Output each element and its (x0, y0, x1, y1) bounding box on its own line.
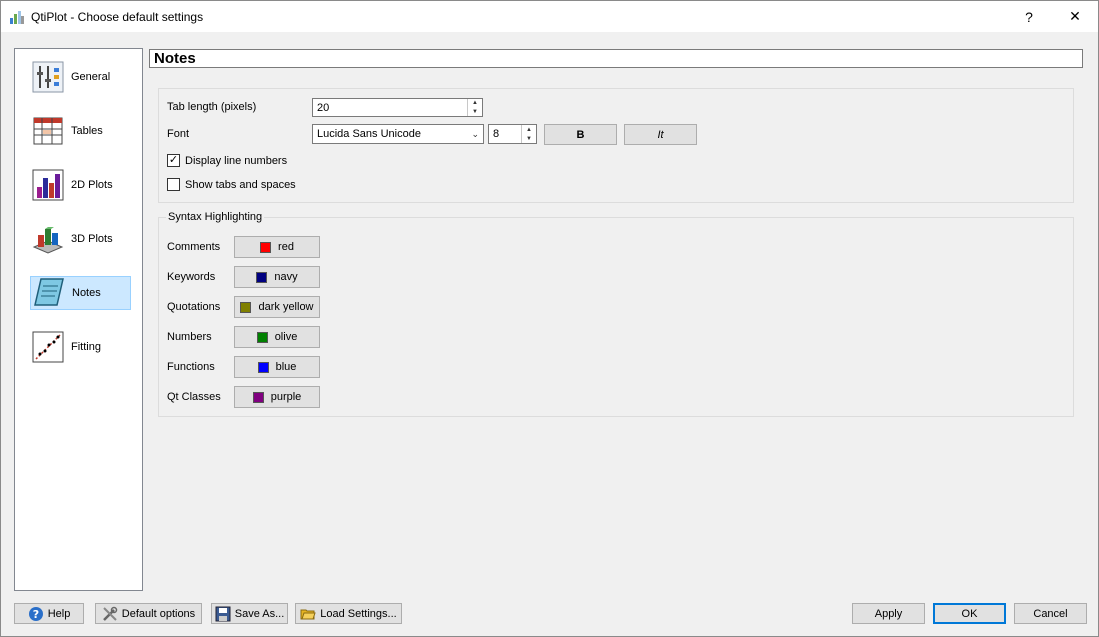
sidebar-item-label: Fitting (71, 341, 101, 353)
color-swatch (256, 331, 268, 343)
folder-open-icon (300, 606, 316, 622)
ok-button[interactable]: OK (933, 603, 1006, 624)
window-title: QtiPlot - Choose default settings (31, 9, 204, 24)
spin-up-icon[interactable]: ▲ (522, 125, 536, 134)
show-tabs-checkbox[interactable] (167, 178, 180, 191)
bold-button[interactable]: B (544, 124, 617, 145)
font-label: Font (167, 128, 190, 140)
general-icon (32, 61, 64, 93)
keywords-label: Keywords (167, 271, 216, 283)
font-combobox[interactable]: Lucida Sans Unicode ⌄ (312, 124, 484, 144)
help-button-label: Help (47, 607, 71, 620)
numbers-color-button[interactable]: olive (234, 326, 320, 348)
font-value: Lucida Sans Unicode (317, 128, 421, 140)
qt-classes-label: Qt Classes (167, 391, 221, 403)
display-line-numbers-label[interactable]: Display line numbers (185, 155, 287, 167)
color-name: navy (274, 271, 298, 283)
color-swatch (257, 361, 269, 373)
load-settings-button[interactable]: Load Settings... (295, 603, 402, 624)
color-swatch (256, 271, 268, 283)
fitting-icon (32, 331, 64, 363)
sidebar-item-3d-plots[interactable]: 3D Plots (30, 222, 131, 256)
quotations-label: Quotations (167, 301, 221, 313)
category-sidebar: General Tables 2D Plots 3D Plots Notes F… (14, 48, 143, 591)
spin-arrows[interactable]: ▲ ▼ (467, 99, 482, 116)
help-button[interactable]: ? Help (14, 603, 84, 624)
tab-length-spinbox[interactable]: 20 ▲ ▼ (312, 98, 483, 117)
color-name: olive (274, 331, 298, 343)
color-name: red (278, 241, 294, 253)
sidebar-item-label: General (71, 71, 111, 83)
sidebar-item-general[interactable]: General (30, 60, 131, 94)
display-line-numbers-checkbox[interactable]: ✓ (167, 154, 180, 167)
plots-2d-icon (32, 169, 64, 201)
syntax-highlighting-title: Syntax Highlighting (166, 211, 265, 223)
comments-label: Comments (167, 241, 221, 253)
qtiplot-app-icon (9, 9, 25, 25)
color-name: dark yellow (258, 301, 314, 313)
color-swatch (260, 241, 272, 253)
italic-button[interactable]: It (624, 124, 697, 145)
default-options-button[interactable]: Default options (95, 603, 202, 624)
save-icon (215, 606, 231, 622)
color-swatch (240, 301, 252, 313)
show-tabs-label[interactable]: Show tabs and spaces (185, 179, 296, 191)
tools-icon (102, 606, 118, 622)
chevron-down-icon[interactable]: ⌄ (471, 129, 479, 140)
tab-length-value: 20 (317, 101, 330, 114)
numbers-label: Numbers (167, 331, 212, 343)
color-swatch (252, 391, 264, 403)
settings-dialog: QtiPlot - Choose default settings ? ✕ Ge… (0, 0, 1099, 637)
functions-label: Functions (167, 361, 215, 373)
functions-color-button[interactable]: blue (234, 356, 320, 378)
sidebar-item-label: Notes (72, 287, 101, 299)
cancel-button[interactable]: Cancel (1014, 603, 1087, 624)
checkmark-icon: ✓ (168, 154, 179, 166)
font-size-spinbox[interactable]: 8 ▲ ▼ (488, 124, 537, 144)
help-question-button[interactable]: ? (1006, 1, 1052, 32)
keywords-color-button[interactable]: navy (234, 266, 320, 288)
save-as-button[interactable]: Save As... (211, 603, 288, 624)
sidebar-item-label: Tables (71, 125, 103, 137)
color-name: purple (270, 391, 302, 403)
plots-3d-icon (32, 223, 64, 255)
default-options-label: Default options (121, 607, 196, 620)
qt-classes-color-button[interactable]: purple (234, 386, 320, 408)
svg-text:?: ? (32, 608, 38, 621)
apply-button[interactable]: Apply (852, 603, 925, 624)
help-icon: ? (28, 606, 44, 622)
sidebar-item-fitting[interactable]: Fitting (30, 330, 131, 364)
sidebar-item-tables[interactable]: Tables (30, 114, 131, 148)
sidebar-item-notes[interactable]: Notes (30, 276, 131, 310)
spin-up-icon[interactable]: ▲ (468, 99, 482, 108)
spin-down-icon[interactable]: ▼ (522, 134, 536, 143)
font-size-value: 8 (493, 128, 500, 140)
spin-arrows[interactable]: ▲ ▼ (521, 125, 536, 143)
load-settings-label: Load Settings... (320, 607, 397, 620)
sidebar-item-label: 2D Plots (71, 179, 113, 191)
sidebar-item-label: 3D Plots (71, 233, 113, 245)
close-button[interactable]: ✕ (1052, 1, 1098, 32)
title-bar: QtiPlot - Choose default settings ? ✕ (1, 1, 1098, 32)
page-title: Notes (149, 49, 1083, 68)
color-name: blue (275, 361, 297, 373)
comments-color-button[interactable]: red (234, 236, 320, 258)
tables-icon (32, 115, 64, 147)
sidebar-item-2d-plots[interactable]: 2D Plots (30, 168, 131, 202)
notes-icon (33, 277, 65, 309)
save-as-label: Save As... (234, 607, 285, 620)
tab-length-label: Tab length (pixels) (167, 101, 257, 113)
spin-down-icon[interactable]: ▼ (468, 108, 482, 117)
quotations-color-button[interactable]: dark yellow (234, 296, 320, 318)
